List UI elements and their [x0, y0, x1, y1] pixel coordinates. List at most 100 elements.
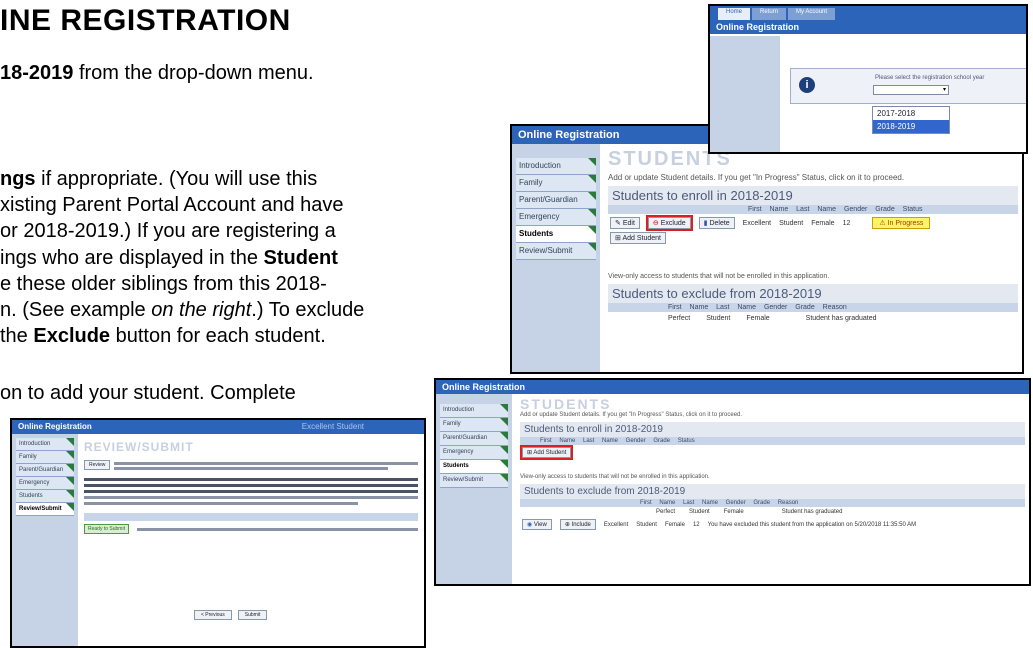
add-row: ⊞ Add Student	[608, 232, 1018, 247]
doc-line: the Exclude button for each student.	[0, 325, 326, 347]
tab-home[interactable]: Home	[718, 8, 751, 20]
students-after-exclude-screenshot: Online Registration Introduction Family …	[434, 378, 1031, 586]
instructions-text: Add or update Student details. If you ge…	[608, 173, 905, 182]
enroll-section-title: Students to enroll in 2018-2019	[608, 186, 1018, 205]
delete-button[interactable]: ▮ Delete	[698, 217, 735, 229]
doc-text: n. (See example	[0, 299, 152, 321]
exclude-button[interactable]: ⊖ Exclude	[645, 215, 693, 231]
nav-item-emergency[interactable]: Emergency	[16, 477, 74, 490]
previous-button[interactable]: < Previous	[194, 610, 232, 620]
edit-label: Edit	[622, 220, 635, 227]
window-titlebar: Online Registration	[710, 20, 1026, 34]
tab-return[interactable]: Return	[752, 8, 787, 20]
select-prompt-box: i Please select the registration school …	[790, 68, 1026, 104]
nav-item-emergency[interactable]: Emergency	[516, 209, 596, 226]
year-dropdown: 2017-2018 2018-2019	[872, 106, 950, 134]
prompt-text: Please select the registration school ye…	[875, 75, 985, 81]
year-option-2017[interactable]: 2017-2018	[873, 107, 949, 120]
sidebar	[710, 36, 780, 152]
enroll-columns: First Name Last Name Gender Grade Status	[520, 437, 1025, 445]
nav-item-introduction[interactable]: Introduction	[516, 158, 596, 175]
add-icon: ⊞	[527, 450, 533, 456]
reason-cell: Student has graduated	[781, 509, 843, 515]
nav-item-family[interactable]: Family	[440, 418, 508, 432]
in-progress-badge[interactable]: ⚠ In Progress	[872, 217, 931, 229]
exclude-section-title: Students to exclude from 2018-2019	[520, 484, 1025, 499]
nav-item-family[interactable]: Family	[516, 175, 596, 192]
nav-item-family[interactable]: Family	[16, 451, 74, 464]
year-select[interactable]: ▾	[873, 85, 949, 95]
warning-icon: ⚠	[879, 220, 886, 227]
doc-line: ings who are displayed in the Student	[0, 247, 338, 269]
trash-icon: ▮	[703, 220, 708, 227]
tab-my-account[interactable]: My Account	[788, 8, 836, 20]
nav-item-parent-guardian[interactable]: Parent/Guardian	[16, 464, 74, 477]
doc-bold: 18-2019	[0, 62, 74, 84]
doc-line: 18-2019 from the drop-down menu.	[0, 62, 314, 84]
review-button[interactable]: Review	[84, 460, 111, 470]
ready-to-submit-button[interactable]: Ready to Submit	[84, 524, 129, 534]
year-option-2018[interactable]: 2018-2019	[873, 120, 949, 133]
table-header	[84, 513, 418, 521]
students-content: STUDENTS Add or update Student details. …	[608, 148, 1018, 325]
nav-item-review-submit[interactable]: Review/Submit	[516, 243, 596, 260]
doc-text: if appropriate. (You will use this	[35, 168, 318, 190]
view-button[interactable]: ◉ View	[522, 519, 552, 530]
doc-text: .) To exclude	[251, 299, 365, 321]
nav-item-emergency[interactable]: Emergency	[440, 446, 508, 460]
pencil-icon: ✎	[615, 220, 621, 227]
edit-button[interactable]: ✎ Edit	[610, 217, 640, 229]
review-notice: Review	[84, 460, 418, 472]
review-heading: REVIEW/SUBMIT	[84, 440, 194, 454]
nav-item-parent-guardian[interactable]: Parent/Guardian	[440, 432, 508, 446]
last-name-cell: Student	[636, 521, 657, 528]
include-label: Include	[571, 522, 591, 528]
nav-item-parent-guardian[interactable]: Parent/Guardian	[516, 192, 596, 209]
notice-lines	[114, 460, 418, 472]
eye-icon: ◉	[527, 522, 533, 528]
window-titlebar: Online Registration Excellent Student	[12, 420, 424, 434]
window-titlebar: Online Registration	[436, 380, 1029, 394]
year-select-screenshot: Home Return My Account Online Registrati…	[708, 4, 1028, 154]
nav-item-students[interactable]: Students	[440, 460, 508, 474]
enroll-columns: First Name Last Name Gender Grade Status	[608, 205, 1018, 214]
doc-text: from the drop-down menu.	[73, 62, 314, 84]
sidebar: Introduction Family Parent/Guardian Emer…	[436, 394, 512, 584]
nav-item-introduction[interactable]: Introduction	[16, 438, 74, 451]
exclude-section-title: Students to exclude from 2018-2019	[608, 284, 1018, 303]
status-label: In Progress	[887, 220, 924, 227]
nav-item-review-submit[interactable]: Review/Submit	[440, 474, 508, 488]
window-title: Online Registration	[442, 382, 526, 392]
page-heading: INE REGISTRATION	[0, 4, 291, 37]
instructions-text: Add or update Student details. If you ge…	[520, 412, 743, 418]
view-only-note: View-only access to students that will n…	[520, 474, 710, 480]
titlebar-user: Excellent Student	[301, 422, 364, 431]
view-label: View	[533, 522, 547, 528]
nav-list: Introduction Family Parent/Guardian Emer…	[440, 404, 508, 488]
exclude-label: Exclude	[660, 220, 686, 227]
exclude-columns: First Name Last Name Gender Grade Reason	[608, 303, 1018, 312]
nav-item-students[interactable]: Students	[16, 490, 74, 503]
add-student-button[interactable]: ⊞ Add Student	[610, 232, 666, 244]
info-icon: i	[799, 77, 815, 93]
include-button[interactable]: ⊕ Include	[559, 519, 596, 530]
grade-cell: 12	[692, 521, 700, 528]
add-student-button[interactable]: ⊞ Add Student	[519, 445, 574, 460]
doc-line: ngs if appropriate. (You will use this	[0, 168, 317, 190]
doc-line: on to add your student. Complete	[0, 382, 296, 404]
nav-item-introduction[interactable]: Introduction	[440, 404, 508, 418]
last-name-cell: Student	[689, 509, 710, 515]
nav-item-students[interactable]: Students	[516, 226, 596, 243]
no-entry-icon: ⊖	[652, 220, 659, 227]
nav-item-review-submit[interactable]: Review/Submit	[16, 503, 74, 516]
table-row: Perfect Student Female Student has gradu…	[520, 507, 1025, 517]
reason-cell: Student has graduated	[805, 315, 877, 322]
review-submit-screenshot: Online Registration Excellent Student Int…	[10, 418, 426, 648]
grade-cell: 12	[842, 219, 851, 227]
doc-line: n. (See example on the right.) To exclud…	[0, 299, 364, 321]
doc-text: button for each student.	[110, 325, 326, 347]
form-actions: < Previous Submit	[194, 610, 268, 620]
doc-text: ings who are displayed in the	[0, 247, 264, 269]
submit-button[interactable]: Submit	[237, 610, 268, 620]
sidebar: Introduction Family Parent/Guardian Emer…	[12, 434, 78, 646]
